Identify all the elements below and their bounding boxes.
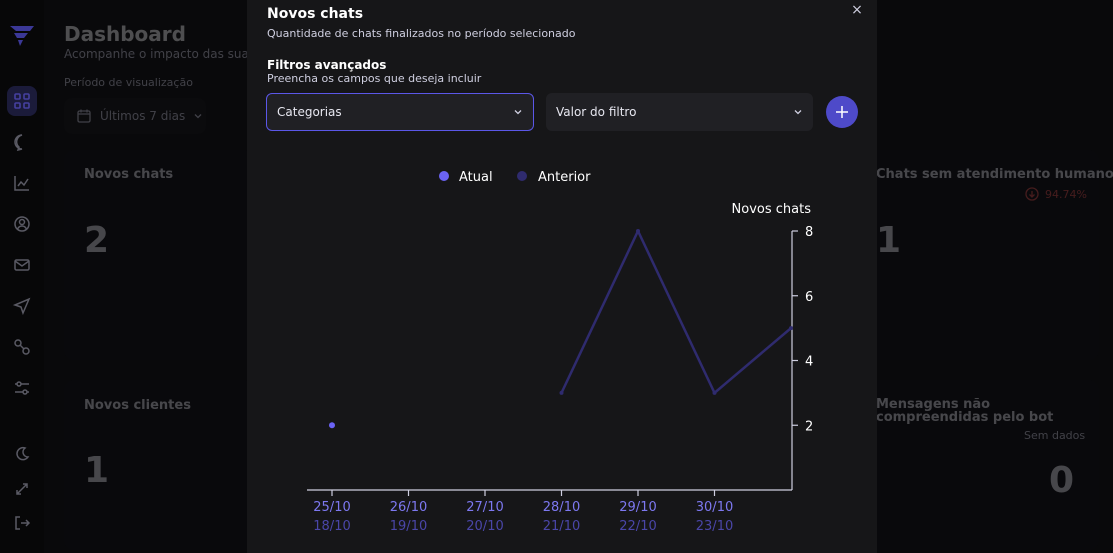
data-point-anterior <box>789 326 793 331</box>
x-tick-label-previous: 19/10 <box>390 519 427 534</box>
legend-label-atual: Atual <box>459 170 493 185</box>
legend-marker-atual <box>439 171 449 181</box>
x-tick-label-current: 30/10 <box>696 500 733 515</box>
data-point-anterior <box>559 390 564 395</box>
close-icon[interactable]: × <box>847 0 867 20</box>
data-point-anterior <box>636 229 640 233</box>
category-select-value: Categorias <box>277 105 342 119</box>
legend-marker-anterior <box>517 171 527 181</box>
novos-chats-modal: Novos chats Quantidade de chats finaliza… <box>247 0 877 553</box>
legend-label-anterior: Anterior <box>538 170 591 185</box>
x-tick-label-current: 28/10 <box>543 500 580 515</box>
add-filter-button[interactable] <box>826 96 858 128</box>
x-tick-label-previous: 20/10 <box>466 519 503 534</box>
y-axis-label: Novos chats <box>732 202 812 217</box>
filters-title: Filtros avançados <box>267 58 387 72</box>
x-tick-label-current: 25/10 <box>313 500 350 515</box>
x-tick-label-previous: 22/10 <box>619 519 656 534</box>
x-tick-label-previous: 18/10 <box>313 519 350 534</box>
data-point-anterior <box>712 390 717 395</box>
y-tick-label: 6 <box>805 290 813 305</box>
modal-subtitle: Quantidade de chats finalizados no perío… <box>267 27 576 40</box>
filters-subtitle: Preencha os campos que deseja incluir <box>267 72 482 85</box>
chevron-down-icon <box>514 110 522 115</box>
modal-title: Novos chats <box>267 6 364 22</box>
y-tick-label: 2 <box>805 419 813 434</box>
x-tick-label-previous: 23/10 <box>696 519 733 534</box>
category-select[interactable]: Categorias <box>266 93 534 131</box>
y-tick-label: 4 <box>805 355 813 370</box>
series-line-anterior <box>560 229 792 395</box>
x-tick-label-current: 27/10 <box>466 500 503 515</box>
filter-value-select[interactable]: Valor do filtro <box>546 93 813 131</box>
plus-icon <box>836 106 848 118</box>
x-tick-label-current: 29/10 <box>619 500 656 515</box>
y-tick-label: 8 <box>805 225 813 240</box>
chevron-down-icon <box>794 110 802 115</box>
x-tick-label-current: 26/10 <box>390 500 427 515</box>
filter-value-select-value: Valor do filtro <box>556 105 637 119</box>
x-tick-label-previous: 21/10 <box>543 519 580 534</box>
novos-chats-chart: Atual Anterior Novos chats 2 4 6 8 25/10 18/10 26… <box>307 170 813 534</box>
data-point-atual <box>329 422 335 429</box>
